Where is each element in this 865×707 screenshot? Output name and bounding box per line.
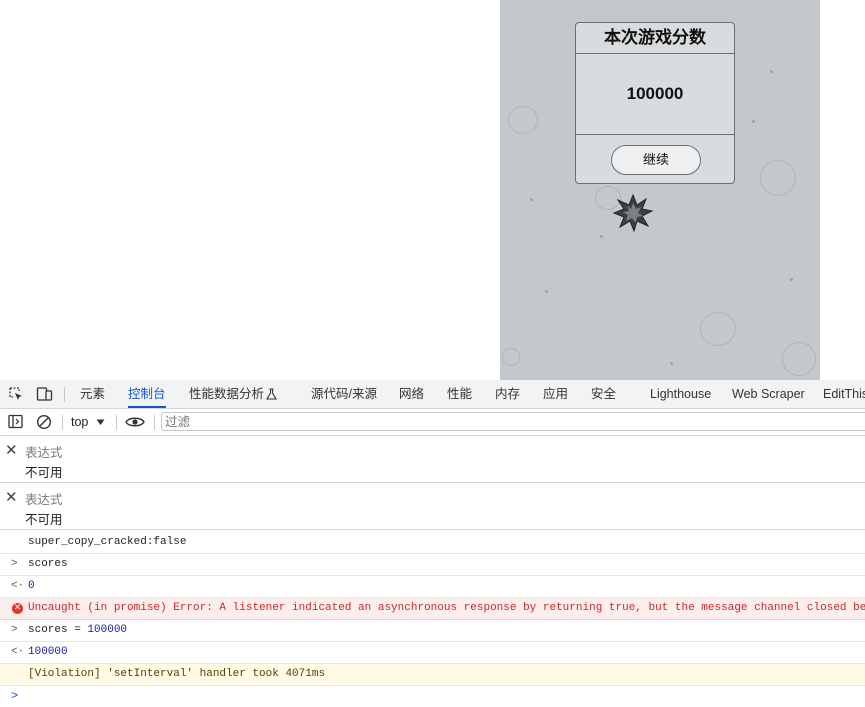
filter-input[interactable] [161,412,865,431]
tab-web-scraper[interactable]: Web Scraper [732,380,805,408]
console-error-text: Uncaught (in promise) Error: A listener … [28,602,865,614]
result-arrow-icon: <· [11,646,25,658]
debris [770,70,773,73]
tab-security[interactable]: 安全 [591,380,616,408]
live-expression: ✕ 表达式 不可用 [0,436,865,483]
chevron-down-icon[interactable] [96,418,105,426]
console-input-entry: > scores = 100000 [0,620,865,642]
console-result-entry: <· 100000 [0,642,865,664]
device-toolbar-icon[interactable] [36,386,53,402]
context-select[interactable]: top [71,409,88,435]
input-chevron-icon: > [11,558,18,570]
devtools-tabbar: 元素 控制台 性能数据分析 源代码/来源 网络 性能 内存 应用 安全 Ligh… [0,380,865,409]
debris [530,198,533,201]
console-input-text: scores = 100000 [28,620,127,641]
tab-lighthouse[interactable]: Lighthouse [650,380,711,408]
asteroid [502,348,520,366]
console-error-message[interactable]: ✕ Uncaught (in promise) Error: A listene… [0,598,865,620]
console-input-text: scores [28,558,68,570]
debris [545,290,548,293]
devtools-panel: 元素 控制台 性能数据分析 源代码/来源 网络 性能 内存 应用 安全 Ligh… [0,380,865,703]
debris [600,235,603,238]
score-value: 100000 [576,54,734,135]
debris [752,120,755,123]
inspect-element-icon[interactable] [8,386,24,402]
live-expression-value: 不可用 [25,466,63,480]
console-input-number: 100000 [87,624,128,636]
flask-icon [266,388,277,400]
console-toolbar: top [0,409,865,436]
asteroid [782,342,816,376]
close-icon[interactable]: ✕ [5,441,18,459]
divider [62,415,63,430]
tab-editthis[interactable]: EditThis [823,380,865,408]
console-message: super_copy_cracked:false [0,532,865,554]
game-canvas[interactable]: 本次游戏分数 100000 继续 [500,0,820,380]
console-result-value: 0 [28,580,35,592]
tab-application[interactable]: 应用 [543,380,568,408]
result-arrow-icon: <· [11,580,25,592]
clear-console-icon[interactable] [36,414,52,430]
explosion-icon [612,193,654,233]
live-expression-value: 不可用 [25,513,63,527]
console-violation-text: [Violation] 'setInterval' handler took 4… [28,668,326,680]
tab-console[interactable]: 控制台 [128,380,166,408]
tab-performance-insights[interactable]: 性能数据分析 [189,380,264,408]
console-message-text: super_copy_cracked:false [28,536,187,548]
asteroid [760,160,796,196]
score-dialog: 本次游戏分数 100000 继续 [575,22,735,184]
tab-sources[interactable]: 源代码/来源 [311,380,377,408]
eye-icon[interactable] [125,415,145,429]
asteroid [700,312,736,346]
close-icon[interactable]: ✕ [5,488,18,506]
live-expression-label[interactable]: 表达式 [25,442,63,461]
tab-memory[interactable]: 内存 [495,380,520,408]
console-result-value: 100000 [28,646,68,658]
divider [116,415,117,430]
live-expression-label[interactable]: 表达式 [25,489,63,508]
debris [670,362,673,365]
live-expression: ✕ 表达式 不可用 [0,483,865,530]
asteroid [508,106,538,134]
debris [790,278,793,281]
divider [154,415,155,430]
score-dialog-title: 本次游戏分数 [576,23,734,54]
divider [64,387,65,402]
tab-elements[interactable]: 元素 [80,380,105,408]
tab-performance[interactable]: 性能 [447,380,472,408]
error-icon: ✕ [12,603,23,614]
console-violation-message[interactable]: [Violation] 'setInterval' handler took 4… [0,664,865,686]
console-result-entry: <· 0 [0,576,865,598]
prompt-chevron-icon: > [11,689,19,703]
console-input-entry: > scores [0,554,865,576]
console-input-code: scores = [28,624,88,636]
continue-button[interactable]: 继续 [611,145,701,175]
sidebar-toggle-icon[interactable] [8,414,23,430]
console-prompt[interactable]: > [0,686,865,707]
input-chevron-icon: > [11,624,18,636]
tab-network[interactable]: 网络 [399,380,424,408]
